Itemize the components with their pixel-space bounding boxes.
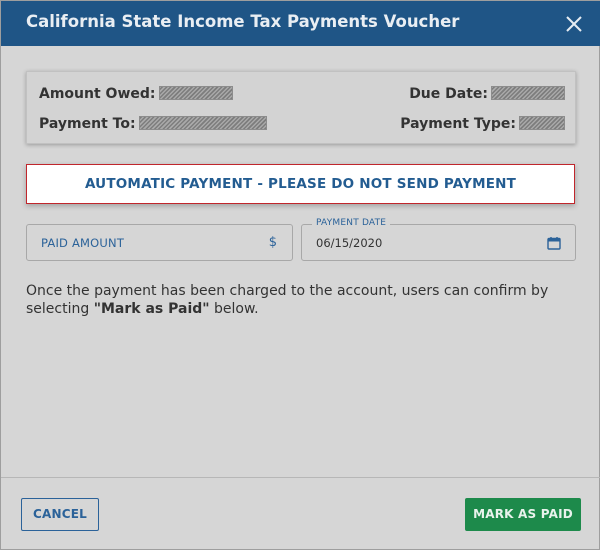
- amount-owed: Amount Owed:: [39, 86, 233, 102]
- banner-text: AUTOMATIC PAYMENT - PLEASE DO NOT SEND P…: [84, 176, 517, 192]
- confirmation-note: Once the payment has been charged to the…: [26, 282, 566, 318]
- automatic-payment-banner: AUTOMATIC PAYMENT - PLEASE DO NOT SEND P…: [26, 164, 575, 204]
- due-date: Due Date:: [409, 86, 565, 102]
- cancel-button[interactable]: CANCEL: [21, 498, 99, 531]
- due-date-label: Due Date:: [409, 86, 488, 102]
- payment-type-label: Payment Type:: [400, 116, 516, 132]
- payment-info-card: Amount Owed: Due Date: Payment To: Payme…: [26, 71, 576, 144]
- footer-divider: [1, 477, 600, 478]
- paid-amount-input[interactable]: PAID AMOUNT $: [26, 224, 293, 261]
- dialog-title: California State Income Tax Payments Vou…: [26, 12, 460, 31]
- voucher-dialog: California State Income Tax Payments Vou…: [0, 0, 600, 550]
- paid-amount-placeholder: PAID AMOUNT: [41, 236, 125, 250]
- payment-date-label: PAYMENT DATE: [312, 218, 391, 228]
- dialog-header: California State Income Tax Payments Vou…: [1, 1, 600, 46]
- redacted-due-date: [491, 86, 565, 100]
- payment-date-input[interactable]: PAYMENT DATE 06/15/2020: [301, 218, 576, 261]
- note-text-after: below.: [209, 301, 259, 317]
- payment-date-value: 06/15/2020: [316, 236, 383, 250]
- calendar-icon[interactable]: [547, 235, 561, 250]
- note-emphasis: "Mark as Paid": [93, 301, 210, 317]
- close-icon[interactable]: [561, 11, 587, 37]
- redacted-payment-type: [519, 116, 565, 130]
- currency-symbol: $: [268, 235, 277, 250]
- payment-to: Payment To:: [39, 116, 267, 132]
- amount-owed-label: Amount Owed:: [39, 86, 156, 102]
- payment-to-label: Payment To:: [39, 116, 136, 132]
- redacted-payment-to: [138, 116, 267, 130]
- mark-as-paid-button[interactable]: MARK AS PAID: [465, 498, 581, 531]
- redacted-amount-owed: [158, 86, 233, 100]
- payment-type: Payment Type:: [400, 116, 565, 132]
